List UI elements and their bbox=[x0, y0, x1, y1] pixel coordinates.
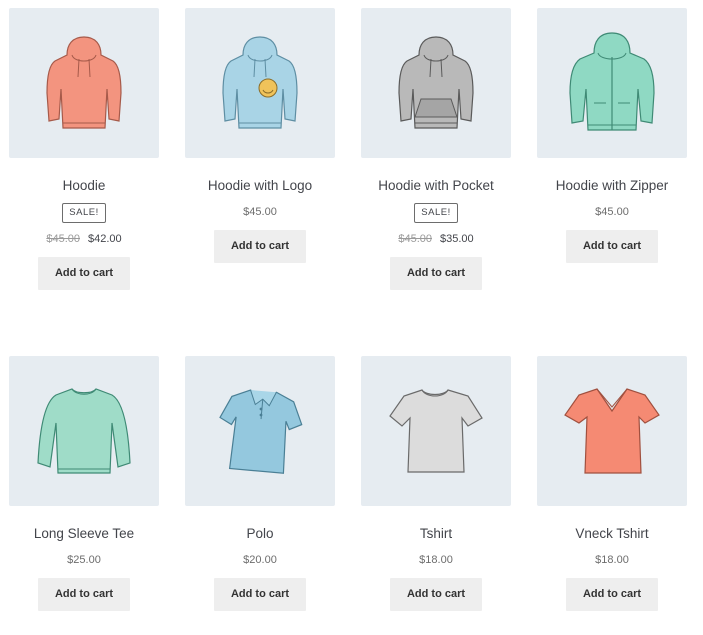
product-image-long-sleeve-tee[interactable] bbox=[9, 356, 159, 506]
product-title[interactable]: Hoodie bbox=[9, 178, 159, 194]
add-to-cart-button[interactable]: Add to cart bbox=[566, 230, 658, 263]
product-title[interactable]: Hoodie with Zipper bbox=[537, 178, 687, 194]
product-image-vneck-tshirt[interactable] bbox=[537, 356, 687, 506]
product-title[interactable]: Hoodie with Logo bbox=[185, 178, 335, 194]
product-card-long-sleeve-tee: Long Sleeve Tee $25.00 Add to cart bbox=[9, 356, 159, 611]
product-card-hoodie-with-zipper: Hoodie with Zipper $45.00 Add to cart bbox=[537, 8, 687, 263]
sale-badge: SALE! bbox=[414, 203, 458, 223]
hoodie-pocket-icon bbox=[398, 36, 474, 129]
add-to-cart-button[interactable]: Add to cart bbox=[38, 578, 130, 611]
product-price: $18.00 bbox=[419, 554, 453, 566]
product-title[interactable]: Long Sleeve Tee bbox=[9, 526, 159, 542]
add-to-cart-button[interactable]: Add to cart bbox=[214, 230, 306, 263]
add-to-cart-button[interactable]: Add to cart bbox=[566, 578, 658, 611]
product-title[interactable]: Tshirt bbox=[361, 526, 511, 542]
product-card-tshirt: Tshirt $18.00 Add to cart bbox=[361, 356, 511, 611]
hoodie-logo-icon bbox=[222, 36, 298, 129]
polo-icon bbox=[219, 389, 303, 474]
product-title[interactable]: Polo bbox=[185, 526, 335, 542]
product-price: $45.00 $35.00 bbox=[361, 232, 511, 246]
product-price: $45.00 $42.00 bbox=[9, 232, 159, 246]
product-card-hoodie-with-pocket: Hoodie with Pocket SALE! $45.00 $35.00 Ad… bbox=[361, 8, 511, 290]
sale-price: $42.00 bbox=[88, 233, 122, 245]
add-to-cart-button[interactable]: Add to cart bbox=[390, 578, 482, 611]
long-sleeve-tee-icon bbox=[37, 388, 131, 474]
product-card-hoodie-with-logo: Hoodie with Logo $45.00 Add to cart bbox=[185, 8, 335, 263]
product-image-hoodie-with-pocket[interactable] bbox=[361, 8, 511, 158]
add-to-cart-button[interactable]: Add to cart bbox=[38, 257, 130, 290]
product-image-tshirt[interactable] bbox=[361, 356, 511, 506]
add-to-cart-button[interactable]: Add to cart bbox=[390, 257, 482, 290]
tshirt-icon bbox=[389, 389, 483, 473]
product-card-vneck-tshirt: Vneck Tshirt $18.00 Add to cart bbox=[537, 356, 687, 611]
product-title[interactable]: Hoodie with Pocket bbox=[361, 178, 511, 194]
product-image-hoodie-with-zipper[interactable] bbox=[537, 8, 687, 158]
regular-price: $45.00 bbox=[46, 233, 80, 245]
add-to-cart-button[interactable]: Add to cart bbox=[214, 578, 306, 611]
hoodie-icon bbox=[46, 36, 122, 129]
regular-price: $45.00 bbox=[398, 233, 432, 245]
hoodie-zipper-icon bbox=[569, 32, 655, 131]
product-image-hoodie-with-logo[interactable] bbox=[185, 8, 335, 158]
product-price: $20.00 bbox=[243, 554, 277, 566]
product-card-hoodie: Hoodie SALE! $45.00 $42.00 Add to cart bbox=[9, 8, 159, 290]
product-price: $18.00 bbox=[595, 554, 629, 566]
product-card-polo: Polo $20.00 Add to cart bbox=[185, 356, 335, 611]
product-price: $45.00 bbox=[595, 206, 629, 218]
product-image-polo[interactable] bbox=[185, 356, 335, 506]
product-image-hoodie[interactable] bbox=[9, 8, 159, 158]
product-title[interactable]: Vneck Tshirt bbox=[537, 526, 687, 542]
sale-price: $35.00 bbox=[440, 233, 474, 245]
vneck-tshirt-icon bbox=[564, 388, 660, 474]
product-price: $45.00 bbox=[243, 206, 277, 218]
sale-badge: SALE! bbox=[62, 203, 106, 223]
product-price: $25.00 bbox=[67, 554, 101, 566]
